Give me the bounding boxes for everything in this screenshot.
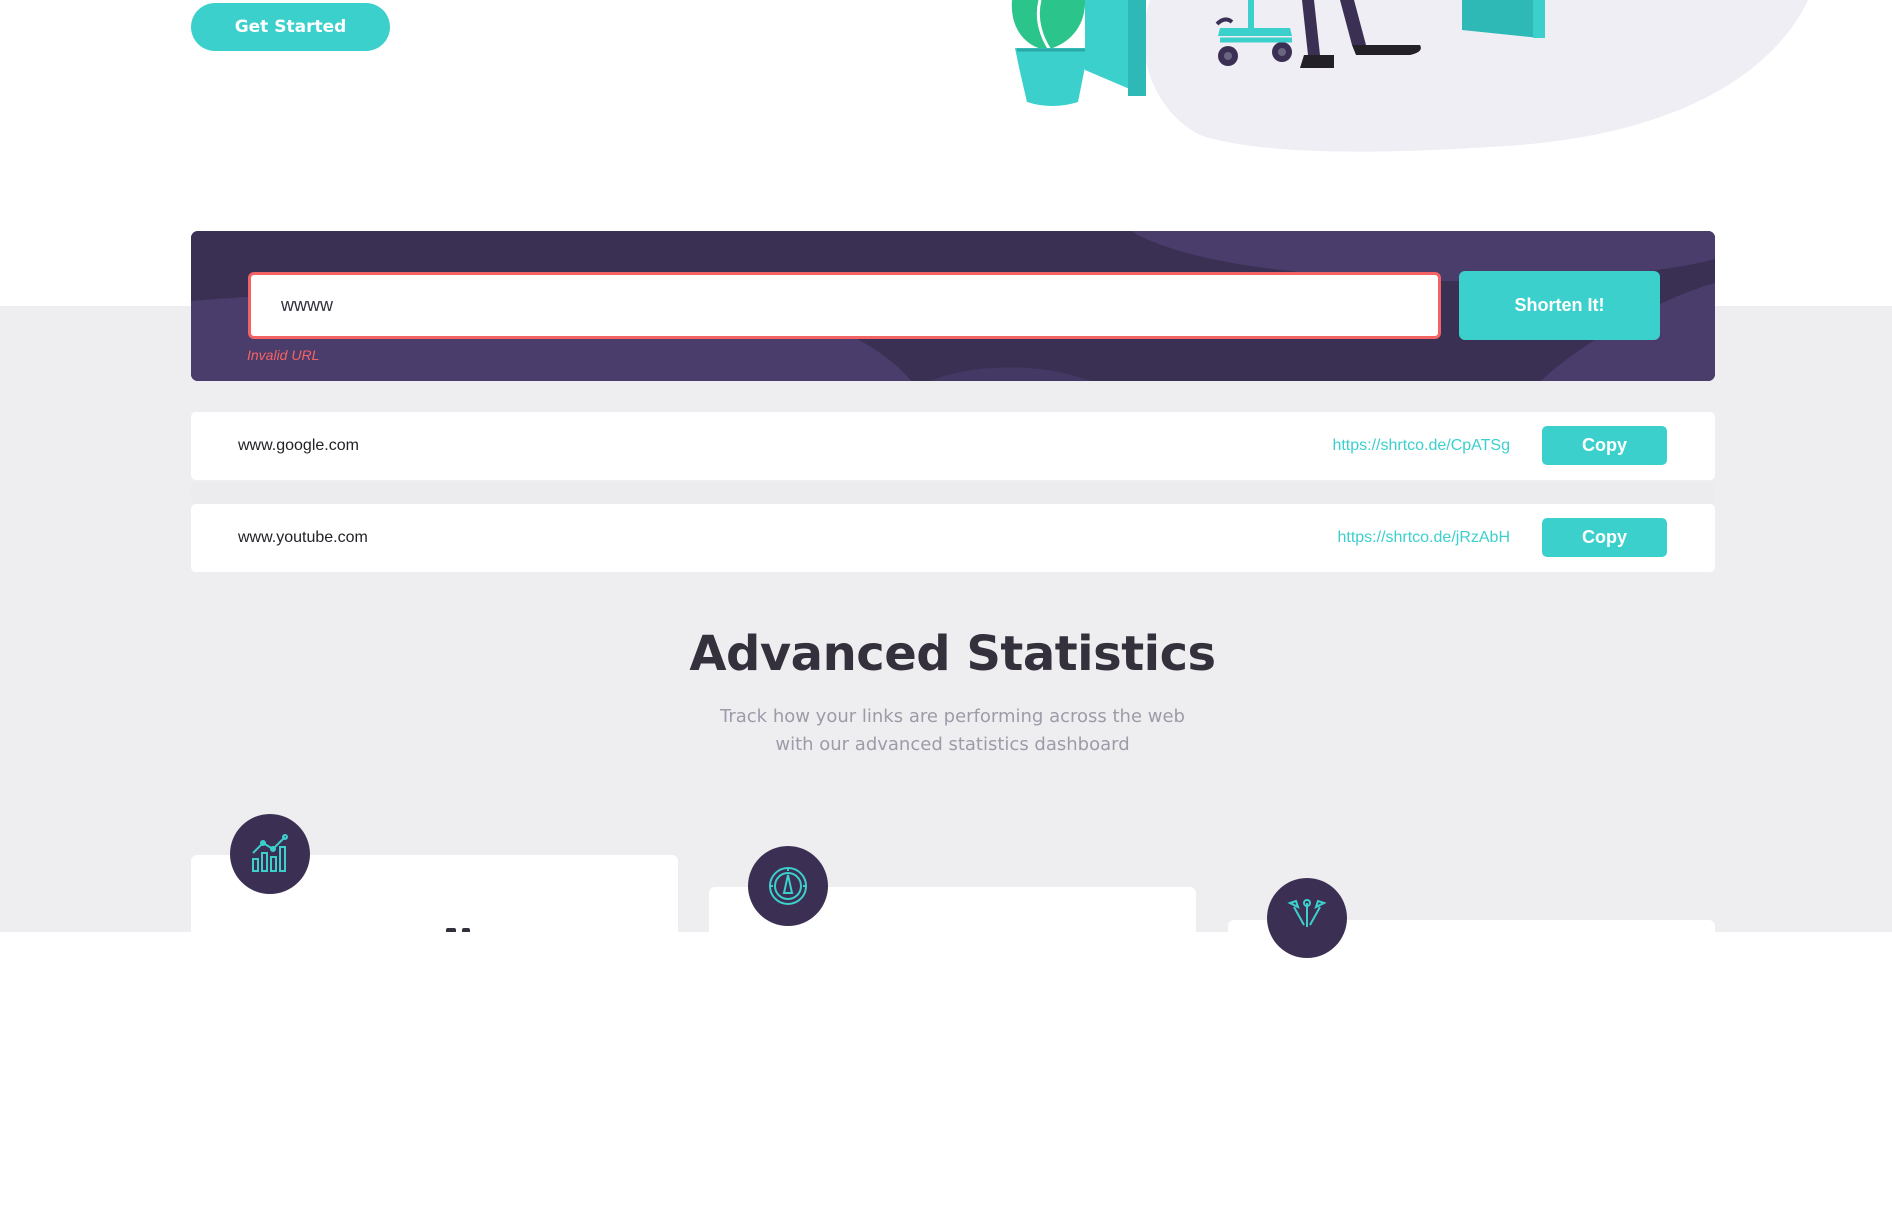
- pen-tools-icon: [1267, 878, 1347, 958]
- result-row: www.youtube.com https://shrtco.de/jRzAbH…: [191, 504, 1715, 572]
- statistics-subtitle: Track how your links are performing acro…: [0, 703, 1892, 759]
- original-url: www.google.com: [238, 437, 359, 454]
- result-row: www.google.com https://shrtco.de/CpATSg …: [191, 412, 1715, 480]
- url-input[interactable]: [248, 272, 1441, 339]
- chart-growth-icon: [230, 814, 310, 894]
- url-error-message: Invalid URL: [247, 347, 320, 363]
- short-url-link[interactable]: https://shrtco.de/jRzAbH: [1337, 504, 1510, 572]
- card-title-fragment: [440, 926, 480, 932]
- statistics-subtitle-line: with our advanced statistics dashboard: [775, 734, 1130, 755]
- row-divider: [191, 482, 1715, 504]
- statistics-title: Advanced Statistics: [689, 626, 1216, 682]
- copy-button[interactable]: Copy: [1542, 426, 1667, 465]
- feature-card: [709, 887, 1196, 1187]
- gauge-icon: [748, 846, 828, 926]
- get-started-button[interactable]: Get Started: [191, 3, 390, 51]
- statistics-subtitle-line: Track how your links are performing acro…: [720, 706, 1185, 727]
- hero-illustration: [1011, 0, 1808, 152]
- feature-card: [1228, 920, 1715, 1220]
- shorten-panel: Invalid URL Shorten It!: [191, 231, 1715, 381]
- feature-card: [191, 855, 678, 1155]
- original-url: www.youtube.com: [238, 529, 368, 546]
- copy-button[interactable]: Copy: [1542, 518, 1667, 557]
- short-url-link[interactable]: https://shrtco.de/CpATSg: [1332, 412, 1510, 480]
- shorten-button[interactable]: Shorten It!: [1459, 271, 1660, 340]
